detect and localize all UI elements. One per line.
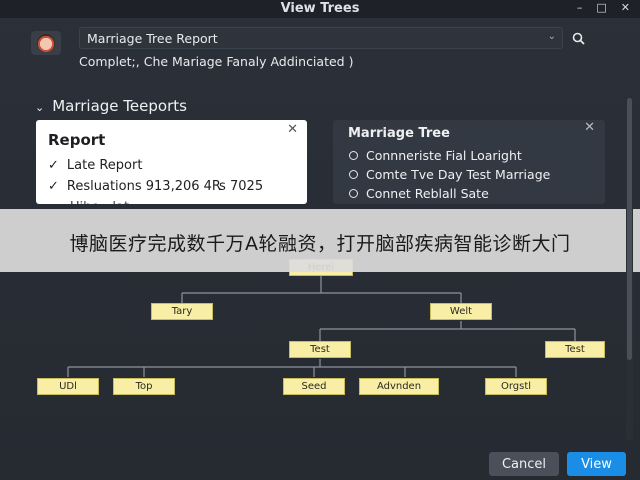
- section-title: Marriage Teeports: [52, 97, 187, 115]
- tree-option-label: Connet Reblall Sate: [366, 186, 489, 201]
- tree-node[interactable]: Top: [113, 378, 175, 395]
- report-panel-title: Report: [48, 131, 106, 149]
- check-icon: ✓: [48, 158, 59, 173]
- window-controls: – □ ✕: [577, 0, 630, 16]
- tree-node[interactable]: Test: [289, 341, 351, 358]
- close-icon[interactable]: ✕: [287, 122, 298, 137]
- report-select-value: Marriage Tree Report: [87, 31, 218, 46]
- chevron-down-icon: ⌄: [547, 31, 556, 42]
- report-item[interactable]: ✓ Resluations 913,206 4₨ 7025: [48, 179, 263, 194]
- tree-panel-title: Marriage Tree: [348, 126, 450, 141]
- app-window: View Trees – □ ✕ Marriage Tree Report ⌄ …: [0, 0, 640, 480]
- marriage-tree-panel: Marriage Tree ✕ Connneriste Fial Loarigh…: [333, 120, 605, 204]
- maximize-icon[interactable]: □: [596, 0, 606, 16]
- title-bar: View Trees – □ ✕: [0, 0, 640, 18]
- tree-option[interactable]: Connneriste Fial Loaright: [349, 148, 522, 163]
- close-icon[interactable]: ✕: [584, 120, 595, 135]
- report-item-label: Resluations 913,206 4₨ 7025: [66, 179, 264, 194]
- cancel-button[interactable]: Cancel: [489, 452, 559, 476]
- report-item[interactable]: ✓ Late Report: [48, 158, 142, 173]
- tree-node[interactable]: Welt: [430, 303, 492, 320]
- report-panel: Report ✕ ✓ Late Report ✓ Resluations 913,2…: [36, 120, 307, 204]
- tree-option-label: Connneriste Fial Loaright: [366, 148, 522, 163]
- tree-node[interactable]: Tary: [151, 303, 213, 320]
- tree-node[interactable]: Advnden: [359, 378, 439, 395]
- tree-node[interactable]: Seed: [283, 378, 345, 395]
- radio-icon: [349, 151, 358, 160]
- check-icon: ✓: [48, 179, 59, 194]
- close-icon[interactable]: ✕: [621, 0, 630, 16]
- tree-node[interactable]: UDl: [37, 378, 99, 395]
- search-button[interactable]: [565, 27, 591, 49]
- tree-option-label: Comte Tve Day Test Marriage: [366, 167, 551, 182]
- radio-icon: [349, 189, 358, 198]
- report-select[interactable]: Marriage Tree Report ⌄: [79, 27, 563, 49]
- tree-node[interactable]: Test: [545, 341, 605, 358]
- tree-node[interactable]: Orgstl: [485, 378, 547, 395]
- window-title: View Trees: [280, 1, 360, 16]
- section-header[interactable]: ⌄ Marriage Teeports: [35, 97, 187, 115]
- avatar-face-icon: [37, 34, 55, 52]
- report-item-label: Late Report: [66, 158, 143, 173]
- tree-option[interactable]: Connet Reblall Sate: [349, 186, 489, 201]
- search-icon: [572, 32, 585, 45]
- banner-text: 博脑医疗完成数千万A轮融资，打开脑部疾病智能诊断大门: [69, 233, 571, 255]
- report-item-partial: Uihe…lat…: [70, 200, 142, 204]
- avatar[interactable]: [31, 31, 61, 55]
- radio-icon: [349, 170, 358, 179]
- view-button[interactable]: View: [567, 452, 626, 476]
- tree-option[interactable]: Comte Tve Day Test Marriage: [349, 167, 550, 182]
- news-banner-overlay: 博脑医疗完成数千万A轮融资，打开脑部疾病智能诊断大门: [0, 209, 640, 272]
- status-text: Complet;, Che Mariage Fanaly Addinciated…: [79, 54, 354, 69]
- chevron-down-icon: ⌄: [35, 101, 45, 114]
- minimize-icon[interactable]: –: [577, 0, 583, 16]
- scrollbar-thumb[interactable]: [627, 98, 632, 360]
